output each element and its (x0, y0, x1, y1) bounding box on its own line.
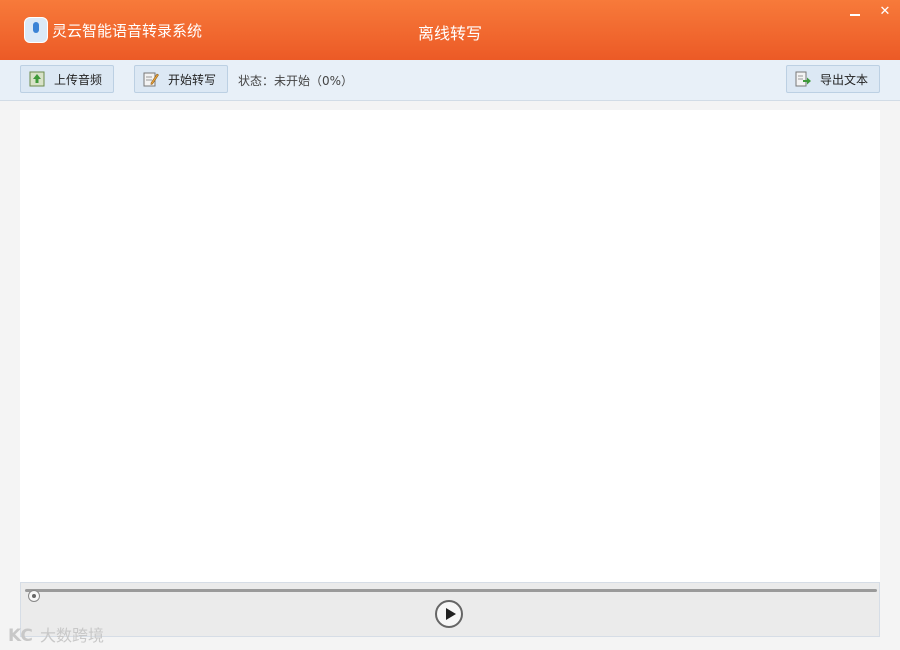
toolbar: 上传音频 开始转写 状态：未开始（0%） 导出文本 (0, 60, 900, 101)
play-button[interactable] (435, 600, 463, 628)
transcript-area[interactable] (20, 110, 880, 582)
export-text-label: 导出文本 (820, 73, 869, 87)
edit-document-icon (143, 72, 159, 87)
status-text: 状态：未开始（0%） (238, 74, 354, 88)
export-text-button[interactable]: 导出文本 (786, 65, 880, 93)
progress-knob[interactable] (28, 590, 40, 602)
minimize-button[interactable] (842, 2, 868, 22)
watermark-text: 大数跨境 (39, 626, 104, 645)
minimize-icon (850, 13, 860, 16)
title-bar: 灵云智能语音转录系统 离线转写 ✕ (0, 0, 900, 60)
watermark: KC 大数跨境 (8, 622, 104, 646)
close-button[interactable]: ✕ (872, 2, 898, 22)
start-transcribe-button[interactable]: 开始转写 (134, 65, 228, 93)
upload-icon (29, 71, 45, 87)
export-icon (795, 71, 811, 87)
audio-player (20, 582, 880, 637)
page-title: 离线转写 (417, 24, 482, 43)
start-transcribe-label: 开始转写 (168, 73, 217, 87)
play-icon (446, 608, 456, 620)
upload-audio-button[interactable]: 上传音频 (20, 65, 114, 93)
progress-track[interactable] (25, 589, 877, 602)
watermark-logo: KC (8, 626, 33, 646)
upload-audio-label: 上传音频 (54, 73, 103, 87)
